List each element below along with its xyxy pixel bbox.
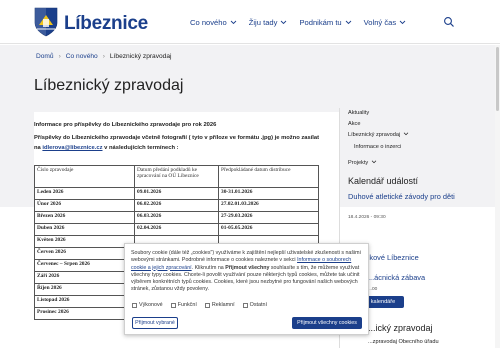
cookie-options: Výkonové Funkční Reklamní Ostatní xyxy=(132,302,267,308)
table-cell: Září 2026 xyxy=(34,271,135,284)
cookie-option-label: Funkční xyxy=(177,302,197,308)
chevron-down-icon xyxy=(399,20,406,25)
scrollbar-thumb[interactable] xyxy=(496,47,499,111)
chevron-down-icon xyxy=(281,20,287,25)
search-icon[interactable] xyxy=(443,16,455,28)
intro-text: Příspěvky do Líbeznického zpravodaje vče… xyxy=(34,134,334,153)
sidebar-link-label: Líbeznický zpravodaj xyxy=(348,132,401,138)
table-row: Leden 2026 09.01.2026 30-31.01.2026 xyxy=(34,187,319,200)
table-cell: Červen 2026 xyxy=(34,247,135,260)
event-title[interactable]: Pohádkové Líbeznice xyxy=(348,253,498,263)
table-row: Březen 2026 06.03.2026 27-29.03.2026 xyxy=(34,211,319,224)
table-header-row: Číslo zpravodaje Datum předání podkladů … xyxy=(34,165,319,188)
chevron-down-icon xyxy=(403,132,409,136)
nav-item-ziju-tady[interactable]: Žiju tady xyxy=(249,18,288,27)
cookie-text: Soubory cookie (dále též „cookies") využ… xyxy=(131,250,367,294)
table-cell: 02.04.2026 xyxy=(134,223,219,236)
nav-item-label: Volný čas xyxy=(363,18,397,27)
table-cell: Říjen 2026 xyxy=(34,283,135,296)
table-row: Únor 2026 06.02.2026 27.02.01.03.2026 xyxy=(34,199,319,212)
checkbox[interactable] xyxy=(204,302,210,308)
checkbox[interactable] xyxy=(170,302,176,308)
chevron-down-icon xyxy=(230,20,237,25)
nav-item-podnikam-tu[interactable]: Podnikám tu xyxy=(299,18,351,27)
intro-heading: Informace pro příspěvky do Líbeznického … xyxy=(34,122,217,128)
chevron-right-icon: › xyxy=(58,53,61,60)
sidebar-link-projekty[interactable]: Projekty xyxy=(348,160,377,166)
chevron-down-icon xyxy=(371,160,377,164)
sidebar-link-label: Projekty xyxy=(348,160,369,166)
table-cell: Prosinec 2026 xyxy=(34,307,135,320)
table-header-cell: Předpokládané datum distribuce xyxy=(218,165,319,188)
intro-email-link[interactable]: idlerova@libeznice.cz xyxy=(42,145,102,151)
main-nav: Co nového Žiju tady Podnikám tu Volný ča… xyxy=(190,18,418,27)
nav-item-label: Podnikám tu xyxy=(299,18,342,27)
cookie-text-part: . Kliknutím na xyxy=(191,264,224,271)
site-header: Líbeznice Co nového Žiju tady Podnikám t… xyxy=(0,0,500,44)
sidebar-link-aktuality[interactable]: Aktuality xyxy=(348,110,369,116)
nav-item-label: Co nového xyxy=(190,18,227,27)
nav-item-co-noveho[interactable]: Co nového xyxy=(190,18,237,27)
nav-item-label: Žiju tady xyxy=(248,18,278,27)
table-cell: Březen 2026 xyxy=(34,211,135,224)
sidebar-link-inzerce[interactable]: Informace o inzerci xyxy=(354,144,401,150)
table-cell: Listopad 2026 xyxy=(34,295,135,308)
breadcrumb-home[interactable]: Domů xyxy=(36,53,54,60)
scrollbar[interactable] xyxy=(495,45,500,348)
table-cell: Duben 2026 xyxy=(34,223,135,236)
nav-item-volny-cas[interactable]: Volný čas xyxy=(364,18,407,27)
events-heading: Kalendář událostí xyxy=(348,176,419,186)
sidebar-link-zpravodaj[interactable]: Líbeznický zpravodaj xyxy=(348,132,409,138)
cookie-text-bold: Přijmout všechny xyxy=(225,264,270,271)
table-header-cell: Číslo zpravodaje xyxy=(34,165,135,188)
table-cell: 27-29.03.2026 xyxy=(218,211,319,224)
intro-text-prefix: na xyxy=(34,144,41,151)
table-cell: Leden 2026 xyxy=(34,187,135,200)
event-title[interactable]: Duhové atletické závody pro děti xyxy=(348,192,498,202)
table-cell: 09.01.2026 xyxy=(134,187,219,200)
table-header-cell: Datum předání podkladů ke zpracování na … xyxy=(134,165,219,188)
event-title[interactable]: ...ácnická zábava xyxy=(368,273,500,283)
cookie-option-ostatni[interactable]: Ostatní xyxy=(242,302,268,308)
cookie-option-label: Ostatní xyxy=(249,302,268,308)
cookie-option-label: Výkonové xyxy=(139,302,163,308)
table-cell: 06.03.2026 xyxy=(134,211,219,224)
cookie-option-label: Reklamní xyxy=(211,302,235,308)
event-date: ...00 xyxy=(368,287,378,292)
checkbox[interactable] xyxy=(242,302,248,308)
breadcrumb-current: Líbeznický zpravodaj xyxy=(109,53,172,60)
sidebar-link-akce[interactable]: Akce xyxy=(348,121,360,127)
chevron-right-icon: › xyxy=(102,53,105,60)
cookie-option-funkcni[interactable]: Funkční xyxy=(170,302,197,308)
accept-all-button[interactable]: Přijmout všechny cookies xyxy=(292,317,362,329)
page: Líbeznice Co nového Žiju tady Podnikám t… xyxy=(0,0,500,348)
table-row: Duben 2026 02.04.2026 01-05.05.2026 xyxy=(34,223,319,236)
checkbox[interactable] xyxy=(132,302,137,308)
table-cell: 27.02.01.03.2026 xyxy=(218,199,319,212)
cookie-option-vykonove[interactable]: Výkonové xyxy=(132,302,163,308)
accept-selected-button[interactable]: Přijmout vybrané xyxy=(132,317,178,329)
table-cell: 30-31.01.2026 xyxy=(218,187,319,200)
cookie-option-reklamni[interactable]: Reklamní xyxy=(204,302,235,308)
table-cell: 01-05.05.2026 xyxy=(218,223,319,236)
zpravodaj-heading: ...ický zpravodaj xyxy=(368,323,433,333)
intro-text-suffix: v následujících termínech : xyxy=(104,144,179,151)
table-cell: Červenec – Srpen 2026 xyxy=(34,259,135,272)
brand-name[interactable]: Líbeznice xyxy=(64,13,148,35)
chevron-down-icon xyxy=(345,20,351,25)
coat-of-arms-logo[interactable] xyxy=(34,7,58,37)
intro-text-line1: Příspěvky do Líbeznického zpravodaje vče… xyxy=(34,135,320,141)
table-cell: 06.02.2026 xyxy=(134,199,219,212)
cookie-banner: Soubory cookie (dále též „cookies") využ… xyxy=(124,243,369,335)
page-title: Líbeznický zpravodaj xyxy=(34,77,184,94)
table-cell: Květen 2026 xyxy=(34,235,135,248)
breadcrumb: Domů › Co nového › Líbeznický zpravodaj xyxy=(36,53,171,60)
breadcrumb-section[interactable]: Co nového xyxy=(66,53,98,60)
table-cell: Únor 2026 xyxy=(34,199,135,212)
event-date: 18.4.2026 - 09:30 xyxy=(348,215,386,220)
zpravodaj-line: ...zpravodaj Obecního úřadu xyxy=(368,339,439,345)
